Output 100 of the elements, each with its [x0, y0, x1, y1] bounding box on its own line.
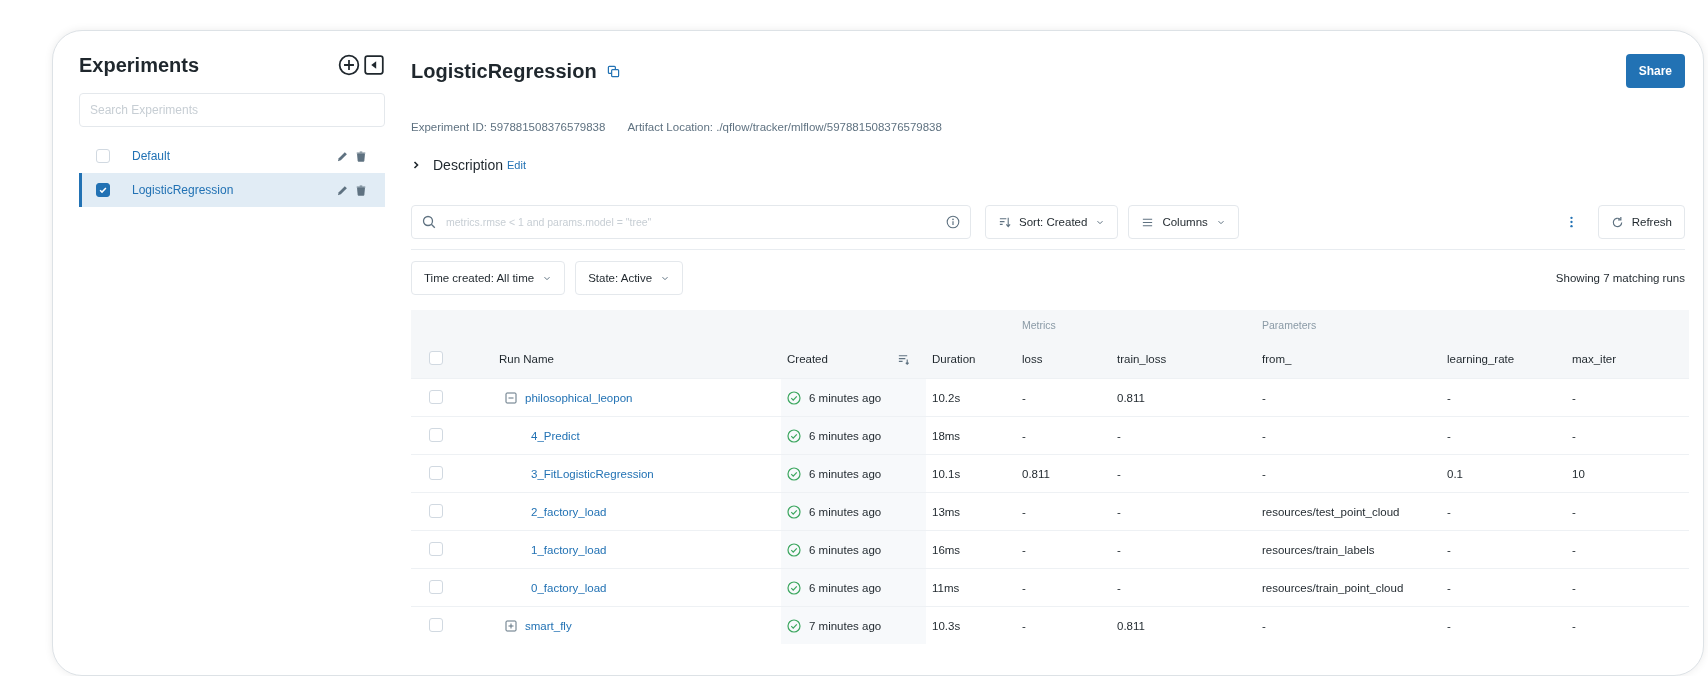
run-name-link[interactable]: 3_FitLogisticRegression	[531, 467, 654, 480]
created-time: 6 minutes ago	[809, 581, 882, 594]
created-time: 6 minutes ago	[809, 391, 882, 404]
duration-cell: 13ms	[926, 492, 1016, 531]
chevron-right-icon[interactable]	[411, 160, 421, 170]
checkbox[interactable]	[96, 183, 110, 197]
table-cell: 0.1	[1441, 454, 1566, 493]
table-cell: -	[1256, 378, 1441, 417]
sort-button[interactable]: Sort: Created	[985, 205, 1119, 239]
sidebar-title: Experiments	[79, 53, 200, 77]
info-icon[interactable]	[946, 215, 960, 229]
table-cell: resources/train_labels	[1256, 530, 1441, 569]
table-cell: 0.811	[1016, 454, 1111, 493]
kebab-menu-icon[interactable]	[1568, 214, 1574, 230]
duration-cell: 10.2s	[926, 378, 1016, 417]
table-cell: resources/train_point_cloud	[1256, 568, 1441, 607]
trash-icon[interactable]	[355, 183, 367, 197]
table-cell: -	[1566, 378, 1689, 417]
table-cell: -	[1016, 416, 1111, 455]
artifact-location: Artifact Location: ./qflow/tracker/mlflow/597881508376579838	[627, 121, 942, 133]
check-circle-icon	[787, 580, 801, 595]
created-time: 6 minutes ago	[809, 505, 882, 518]
search-field[interactable]: Search Experiments	[79, 93, 385, 127]
check-circle-icon	[787, 542, 801, 557]
refresh-button[interactable]: Refresh	[1597, 205, 1685, 239]
column-header[interactable]: learning_rate	[1447, 353, 1515, 365]
table-cell: 10	[1566, 454, 1689, 493]
search-icon	[422, 215, 436, 229]
pencil-icon[interactable]	[336, 183, 349, 197]
run-name-link[interactable]: 2_factory_load	[531, 505, 607, 518]
table-cell: -	[1441, 416, 1566, 455]
check-circle-icon	[787, 466, 801, 481]
table-cell: -	[1566, 568, 1689, 607]
run-name-link[interactable]: 4_Predict	[531, 429, 580, 442]
experiment-item[interactable]: Default	[79, 139, 385, 173]
experiment-title: LogisticRegression	[411, 59, 597, 83]
column-group-label: Metrics	[1022, 319, 1056, 331]
table-cell: -	[1111, 568, 1256, 607]
table-cell: 0.811	[1111, 606, 1256, 644]
filter-dropdown[interactable]: Time created: All time	[411, 261, 566, 295]
table-cell: -	[1566, 492, 1689, 531]
table-cell: -	[1256, 454, 1441, 493]
duration-cell: 10.3s	[926, 606, 1016, 644]
copy-icon[interactable]	[606, 64, 620, 78]
table-cell: -	[1566, 606, 1689, 644]
experiment-name: Default	[132, 149, 172, 163]
table-cell: -	[1111, 416, 1256, 455]
table-cell: -	[1016, 530, 1111, 569]
table-cell: -	[1566, 530, 1689, 569]
column-group-label: Parameters	[1262, 319, 1317, 331]
pencil-icon[interactable]	[336, 149, 349, 163]
table-cell: 0.811	[1111, 378, 1256, 417]
experiment-item[interactable]: LogisticRegression	[79, 173, 385, 207]
column-header[interactable]: max_iter	[1572, 353, 1617, 365]
add-circle-icon[interactable]	[338, 54, 360, 76]
filter-dropdown[interactable]: State: Active	[575, 261, 684, 295]
check-circle-icon	[787, 390, 801, 405]
table-cell: -	[1016, 378, 1111, 417]
column-header[interactable]: train_loss	[1117, 353, 1167, 365]
description-label: Description	[433, 157, 504, 173]
table-cell: -	[1016, 492, 1111, 531]
collapse-sidebar-icon[interactable]	[363, 54, 385, 76]
table-cell: resources/test_point_cloud	[1256, 492, 1441, 531]
table-cell: -	[1441, 530, 1566, 569]
table-cell: -	[1111, 492, 1256, 531]
run-name-link[interactable]: 0_factory_load	[531, 581, 607, 594]
column-header[interactable]: Created	[787, 353, 828, 365]
run-name-link[interactable]: philosophical_leopon	[525, 391, 633, 404]
table-cell: -	[1111, 530, 1256, 569]
duration-cell: 18ms	[926, 416, 1016, 455]
checkmark-icon	[98, 185, 108, 195]
refresh-icon	[1610, 215, 1624, 229]
column-header[interactable]: loss	[1022, 353, 1043, 365]
check-circle-icon	[787, 618, 801, 633]
expand-square-icon[interactable]	[505, 619, 517, 632]
run-name-link[interactable]: smart_fly	[525, 619, 572, 632]
column-header[interactable]: Duration	[932, 353, 976, 365]
created-time: 7 minutes ago	[809, 619, 882, 632]
run-count: Showing 7 matching runs	[1555, 272, 1685, 284]
check-circle-icon	[787, 428, 801, 443]
collapse-square-icon[interactable]	[505, 391, 517, 404]
experiment-name: LogisticRegression	[132, 183, 235, 197]
experiment-id: Experiment ID: 597881508376579838	[411, 121, 606, 133]
column-header[interactable]: from_	[1262, 353, 1292, 365]
created-time: 6 minutes ago	[809, 429, 882, 442]
duration-cell: 10.1s	[926, 454, 1016, 493]
sort-icon[interactable]	[897, 352, 910, 366]
table-cell: -	[1016, 568, 1111, 607]
table-cell: -	[1256, 416, 1441, 455]
table-cell: -	[1111, 454, 1256, 493]
edit-link[interactable]: Edit	[507, 159, 526, 171]
run-name-link[interactable]: 1_factory_load	[531, 543, 607, 556]
duration-cell: 11ms	[926, 568, 1016, 607]
trash-icon[interactable]	[355, 149, 367, 163]
column-header[interactable]: Run Name	[499, 353, 554, 365]
sort-icon	[998, 215, 1011, 229]
table-cell: -	[1441, 492, 1566, 531]
share-button[interactable]: Share	[1625, 54, 1685, 88]
check-circle-icon	[787, 504, 801, 519]
columns-button[interactable]: Columns	[1128, 205, 1239, 239]
